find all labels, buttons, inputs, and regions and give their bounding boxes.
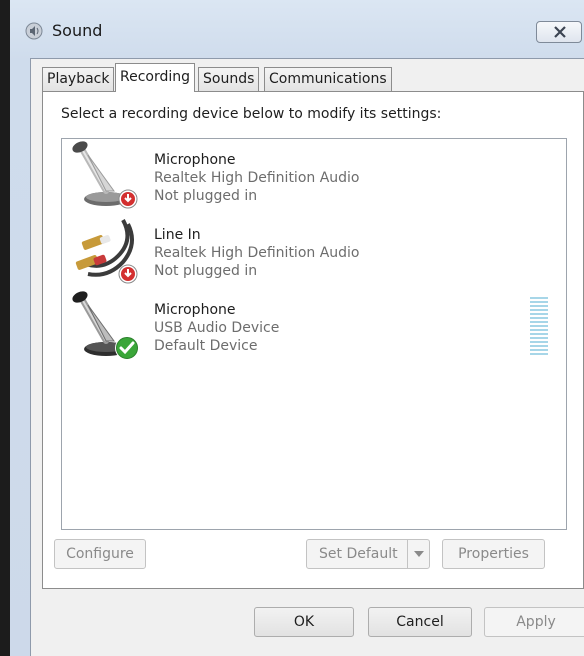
- device-status: Not plugged in: [154, 188, 258, 204]
- close-button[interactable]: [536, 21, 582, 43]
- level-meter: [530, 297, 548, 357]
- level-meter-bar: [530, 329, 548, 331]
- device-status: Default Device: [154, 338, 258, 354]
- tab-communications[interactable]: Communications: [264, 67, 392, 91]
- device-list[interactable]: Microphone Realtek High Definition Audio…: [61, 138, 567, 530]
- sound-dialog: Sound Playback Recording Sounds Communic…: [0, 0, 584, 656]
- level-meter-bar: [530, 309, 548, 311]
- level-meter-bar: [530, 321, 548, 323]
- level-meter-bar: [530, 301, 548, 303]
- close-icon: [554, 26, 566, 38]
- configure-button[interactable]: Configure: [54, 539, 146, 569]
- device-name: Microphone: [154, 152, 236, 168]
- tab-recording[interactable]: Recording: [115, 63, 196, 92]
- device-name: Microphone: [154, 302, 236, 318]
- level-meter-bar: [530, 333, 548, 335]
- dialog-client: Playback Recording Sounds Communications…: [30, 58, 584, 656]
- properties-button[interactable]: Properties: [442, 539, 545, 569]
- level-meter-bar: [530, 297, 548, 299]
- default-check-icon: [115, 336, 139, 360]
- unplugged-badge-icon: [118, 189, 138, 209]
- tab-sounds[interactable]: Sounds: [198, 67, 260, 91]
- speaker-icon: [25, 22, 43, 40]
- cancel-button[interactable]: Cancel: [368, 607, 472, 637]
- level-meter-bar: [530, 337, 548, 339]
- device-status: Not plugged in: [154, 263, 258, 279]
- set-default-dropdown[interactable]: [407, 540, 429, 568]
- level-meter-bar: [530, 305, 548, 307]
- set-default-button[interactable]: Set Default: [306, 539, 430, 569]
- ok-button[interactable]: OK: [254, 607, 354, 637]
- level-meter-bar: [530, 345, 548, 347]
- device-name: Line In: [154, 227, 201, 243]
- apply-button[interactable]: Apply: [484, 607, 584, 637]
- chevron-down-icon: [414, 551, 424, 557]
- device-driver: USB Audio Device: [154, 320, 280, 336]
- window-title: Sound: [52, 21, 103, 40]
- level-meter-bar: [530, 341, 548, 343]
- level-meter-bar: [530, 349, 548, 351]
- unplugged-badge-icon: [118, 264, 138, 284]
- list-item-line-in[interactable]: Line In Realtek High Definition Audio No…: [62, 214, 566, 289]
- level-meter-bar: [530, 317, 548, 319]
- list-item-microphone-realtek[interactable]: Microphone Realtek High Definition Audio…: [62, 139, 566, 214]
- level-meter-bar: [530, 325, 548, 327]
- device-driver: Realtek High Definition Audio: [154, 245, 360, 261]
- list-item-microphone-usb[interactable]: Microphone USB Audio Device Default Devi…: [62, 289, 566, 364]
- set-default-label: Set Default: [319, 546, 398, 562]
- level-meter-bar: [530, 313, 548, 315]
- title-bar[interactable]: Sound: [10, 18, 584, 48]
- recording-panel: Select a recording device below to modif…: [42, 91, 584, 589]
- device-driver: Realtek High Definition Audio: [154, 170, 360, 186]
- level-meter-bar: [530, 353, 548, 355]
- tab-playback[interactable]: Playback: [42, 67, 115, 91]
- instruction-text: Select a recording device below to modif…: [61, 106, 442, 122]
